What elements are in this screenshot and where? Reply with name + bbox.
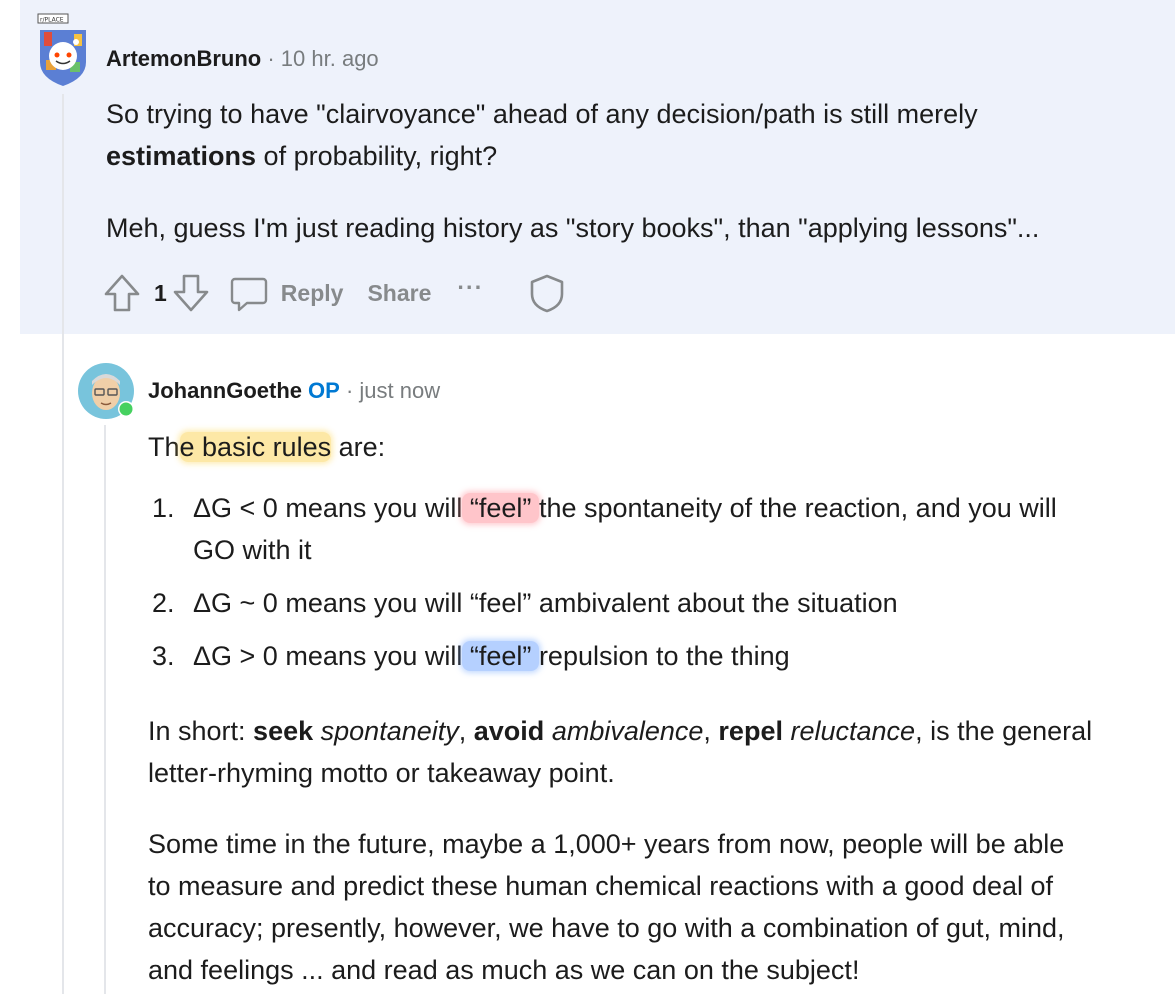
username[interactable]: ArtemonBruno — [106, 46, 261, 71]
text: of probability, right? — [256, 141, 498, 171]
text: In short: — [148, 716, 254, 746]
list-number: 1. — [152, 493, 175, 523]
comment-meta: JohannGoethe OP · just now — [148, 378, 440, 404]
list-number: 2. — [152, 588, 175, 618]
bold-text: estimations — [106, 141, 257, 171]
text: letter-rhyming motto or takeaway point. — [148, 758, 615, 788]
thread-line[interactable] — [104, 425, 106, 994]
list-item: 2. ΔG ~ 0 means you will “feel” ambivale… — [148, 582, 1168, 624]
future-paragraph: Some time in the future, maybe a 1,000+ … — [148, 823, 1168, 991]
text: to measure and predict these human chemi… — [148, 871, 1054, 901]
comment-actions: 1 Reply Share ··· — [102, 270, 567, 316]
meta-separator: · — [267, 46, 275, 71]
comment-paragraph: Meh, guess I'm just reading history as "… — [106, 207, 1156, 249]
text: , — [458, 716, 474, 746]
op-badge: OP — [308, 378, 340, 403]
snoo-avatar-icon — [78, 363, 134, 419]
text: ΔG > 0 means you will — [193, 641, 463, 671]
comment-paragraph: So trying to have "clairvoyance" ahead o… — [106, 93, 1156, 177]
italic-text: spontaneity — [320, 716, 459, 746]
thread-line[interactable] — [62, 94, 64, 334]
online-status-icon — [119, 402, 133, 416]
text: Some time in the future, maybe a 1,000+ … — [148, 829, 1065, 859]
list-number: 3. — [152, 641, 175, 671]
meta-separator: · — [345, 378, 354, 403]
bold-text: seek — [253, 716, 314, 746]
upvote-icon[interactable] — [102, 272, 142, 314]
list-item: 3. ΔG > 0 means you will “feel” repulsio… — [148, 635, 1168, 677]
shield-icon[interactable] — [527, 272, 567, 314]
comment-icon — [229, 273, 269, 313]
timestamp[interactable]: just now — [359, 378, 440, 403]
snoo-place-avatar-icon: r/PLACE — [37, 13, 86, 86]
text: Meh, guess I'm just reading history as "… — [106, 213, 1040, 243]
comment-meta: ArtemonBruno · 10 hr. ago — [106, 46, 379, 72]
text: repulsion to the thing — [538, 641, 790, 671]
more-icon[interactable]: ··· — [457, 274, 483, 301]
bold-text: avoid — [473, 716, 545, 746]
reply-button[interactable]: Reply — [229, 273, 344, 313]
username[interactable]: JohannGoethe — [148, 378, 302, 403]
bold-text: repel — [718, 716, 783, 746]
avatar-artemonbruno[interactable]: r/PLACE — [34, 12, 92, 88]
downvote-icon[interactable] — [171, 272, 211, 314]
svg-text:r/PLACE: r/PLACE — [40, 17, 64, 24]
list-item: 1. ΔG < 0 means you will “feel” the spon… — [148, 487, 1168, 571]
highlighted-text: “feel” — [462, 493, 539, 523]
summary-paragraph: In short: seek spontaneity, avoid ambiva… — [148, 710, 1168, 794]
vote-count: 1 — [154, 279, 167, 306]
highlighted-text: e basic rules — [179, 432, 332, 462]
text: , — [703, 716, 719, 746]
text: Th — [148, 432, 180, 462]
comment-body: So trying to have "clairvoyance" ahead o… — [106, 93, 1156, 249]
avatar-johanngoethe[interactable] — [78, 363, 134, 419]
rules-list: 1. ΔG < 0 means you will “feel” the spon… — [148, 487, 1168, 677]
intro-paragraph: The basic rules are: — [148, 426, 1168, 468]
text: So trying to have "clairvoyance" ahead o… — [106, 99, 978, 129]
italic-text: ambivalence — [551, 716, 704, 746]
text: ΔG ~ 0 means you will “feel” ambivalent … — [193, 588, 898, 618]
share-button[interactable]: Share — [367, 280, 431, 307]
reply-label: Reply — [280, 279, 344, 306]
text: are: — [331, 432, 386, 462]
italic-text: reluctance — [790, 716, 916, 746]
thread-line[interactable] — [62, 334, 64, 994]
timestamp[interactable]: 10 hr. ago — [281, 46, 379, 71]
text: accuracy; presently, however, we have to… — [148, 913, 1065, 943]
highlighted-text: “feel” — [462, 641, 539, 671]
comment-body: The basic rules are: 1. ΔG < 0 means you… — [148, 426, 1168, 991]
text: and feelings ... and read as much as we … — [148, 955, 860, 985]
text: , is the general — [915, 716, 1093, 746]
text: the spontaneity of the reaction, and you… — [538, 493, 1057, 523]
text: ΔG < 0 means you will — [193, 493, 463, 523]
text: GO with it — [193, 535, 312, 565]
